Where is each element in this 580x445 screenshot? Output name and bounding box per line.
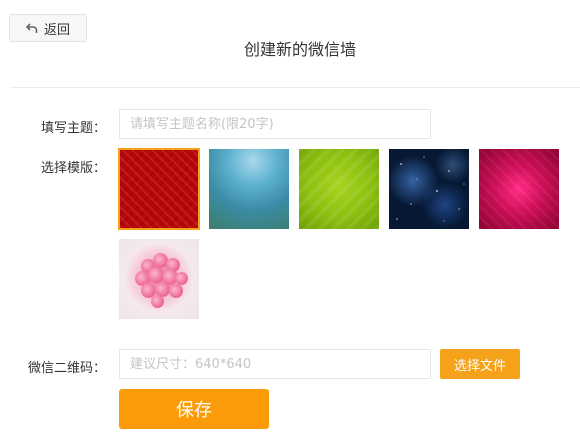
- template-label: 选择模版：: [40, 161, 106, 176]
- template-option-blue-space[interactable]: [389, 149, 469, 229]
- save-button[interactable]: 保存: [119, 389, 269, 429]
- template-option-teal-blur[interactable]: [209, 149, 289, 229]
- choose-file-button[interactable]: 选择文件: [440, 349, 520, 379]
- template-option-green-stripes[interactable]: [299, 149, 379, 229]
- template-option-pink-glow[interactable]: [479, 149, 559, 229]
- rose: [169, 284, 183, 298]
- topic-label: 填写主题：: [40, 121, 106, 136]
- rose: [175, 272, 188, 285]
- page-title: 创建新的微信墙: [243, 40, 356, 59]
- back-label: 返回: [43, 22, 70, 38]
- divider: [10, 87, 580, 88]
- star-field: [396, 156, 465, 222]
- qrcode-input[interactable]: [119, 349, 431, 379]
- template-option-pink-roses[interactable]: [119, 239, 199, 319]
- template-option-red-pattern[interactable]: [118, 148, 200, 230]
- qrcode-label: 微信二维码：: [27, 361, 106, 376]
- rose: [151, 295, 164, 308]
- topic-input[interactable]: [119, 109, 431, 139]
- undo-arrow-icon: [26, 22, 38, 34]
